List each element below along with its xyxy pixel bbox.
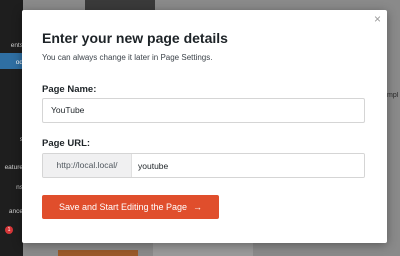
- dialog-title: Enter your new page details: [42, 30, 228, 46]
- background-banner: [85, 0, 155, 10]
- page-url-slug-input[interactable]: [132, 154, 364, 177]
- background-sidebar: ents od s eature ns ance 1: [0, 0, 23, 256]
- new-page-dialog: × Enter your new page details You can al…: [22, 10, 387, 243]
- background-nav-item: s: [0, 136, 23, 143]
- background-update-badge: 1: [5, 226, 13, 234]
- arrow-right-icon: →: [193, 202, 203, 212]
- close-icon[interactable]: ×: [374, 12, 381, 26]
- save-and-edit-button[interactable]: Save and Start Editing the Page →: [42, 195, 219, 219]
- dialog-subtitle: You can always change it later in Page S…: [42, 53, 213, 62]
- background-nav-item: ents: [10, 42, 23, 49]
- background-button: [58, 250, 138, 256]
- background-nav-item: od: [15, 59, 23, 66]
- background-nav-item: ns: [16, 184, 23, 191]
- background-card: [153, 243, 253, 256]
- save-and-edit-label: Save and Start Editing the Page: [58, 202, 188, 212]
- background-nav-item: eature: [4, 164, 23, 171]
- url-prefix: http://local.local/: [43, 154, 132, 177]
- page-url-label: Page URL:: [42, 138, 91, 149]
- background-text: mpl: [387, 92, 399, 99]
- page-name-input[interactable]: YouTube: [42, 98, 365, 123]
- page-url-field: http://local.local/: [42, 153, 365, 178]
- page-name-label: Page Name:: [42, 84, 97, 95]
- background-nav-item: ance: [8, 208, 23, 215]
